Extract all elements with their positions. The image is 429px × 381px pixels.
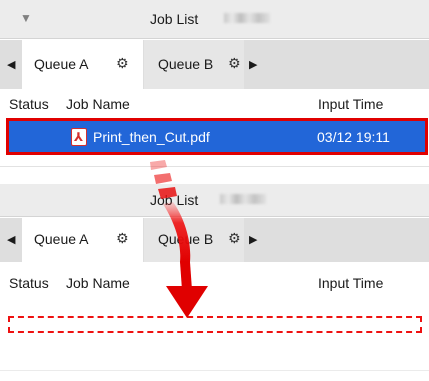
arrow-shaft-lower xyxy=(180,262,192,290)
arrow-tail-segment xyxy=(150,160,167,170)
arrow-shaft xyxy=(163,202,191,262)
arrow-tail-segment xyxy=(158,187,177,199)
arrow-head xyxy=(166,286,208,318)
down-arrow-icon xyxy=(150,160,208,318)
arrow-tail-segment xyxy=(154,173,172,184)
